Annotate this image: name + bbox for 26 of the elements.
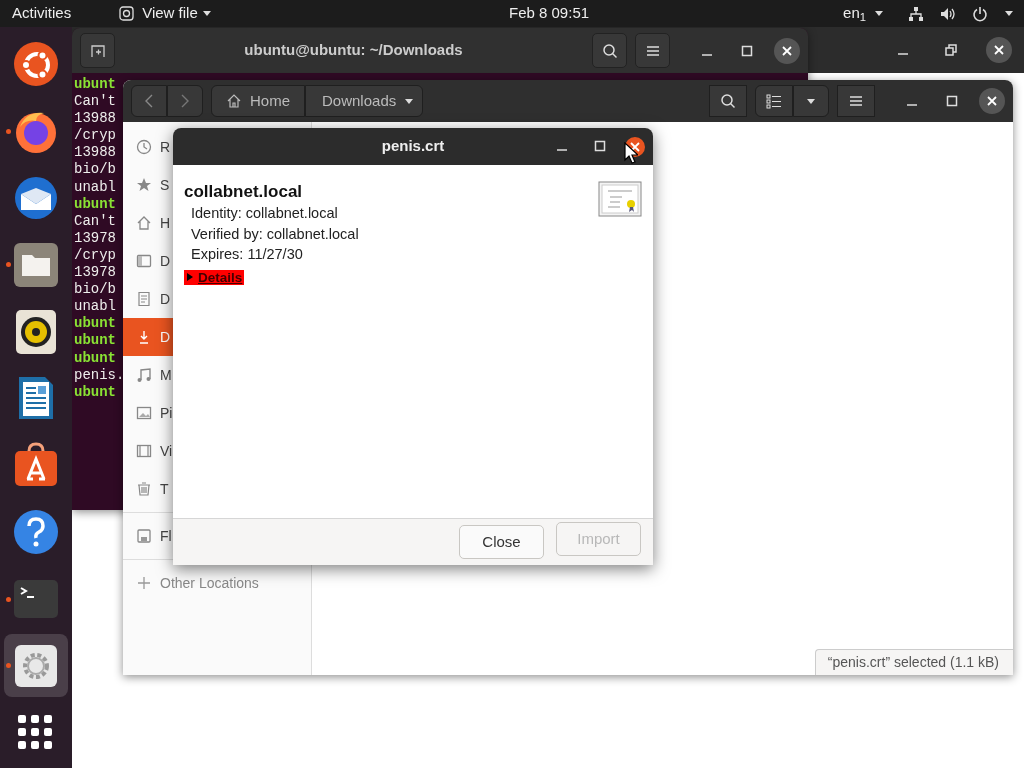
terminal-line: /cryp <box>74 127 116 145</box>
terminal-line: penis. <box>74 366 125 384</box>
terminal-line: ubunt <box>74 76 116 94</box>
certificate-name: collabnet.local <box>184 181 304 203</box>
certificate-field: Verified by: collabnet.local <box>184 223 359 244</box>
terminal-line: ubunt <box>74 315 116 333</box>
window-title: penis.crt <box>381 136 445 157</box>
terminal-line: ubunt <box>74 195 116 213</box>
terminal-line: 13988 <box>74 144 116 162</box>
terminal-line: ubunt <box>74 332 116 350</box>
terminal-line: bio/b <box>74 281 116 299</box>
terminal-line: /cryp <box>74 246 116 265</box>
terminal-line: unabl <box>74 178 116 196</box>
status-bubble: “penis.crt” selected (1.1 kB) <box>814 649 1013 675</box>
terminal-line: Can't <box>74 93 116 111</box>
terminal-line: ubunt <box>74 383 116 401</box>
certificate-field: Identity: collabnet.local <box>184 203 338 224</box>
terminal-line: ubunt <box>74 349 116 367</box>
terminal-line: Can't <box>74 212 116 230</box>
window-title: ubuntu@ubuntu: ~/Downloads <box>243 40 464 61</box>
terminal-line: bio/b <box>74 161 116 179</box>
terminal-line: 13978 <box>74 264 116 282</box>
terminal-line: 13978 <box>74 229 116 247</box>
certificate-field: Expires: 11/27/30 <box>184 244 303 265</box>
terminal-line: unabl <box>74 298 116 316</box>
terminal-line: 13988 <box>74 110 116 128</box>
